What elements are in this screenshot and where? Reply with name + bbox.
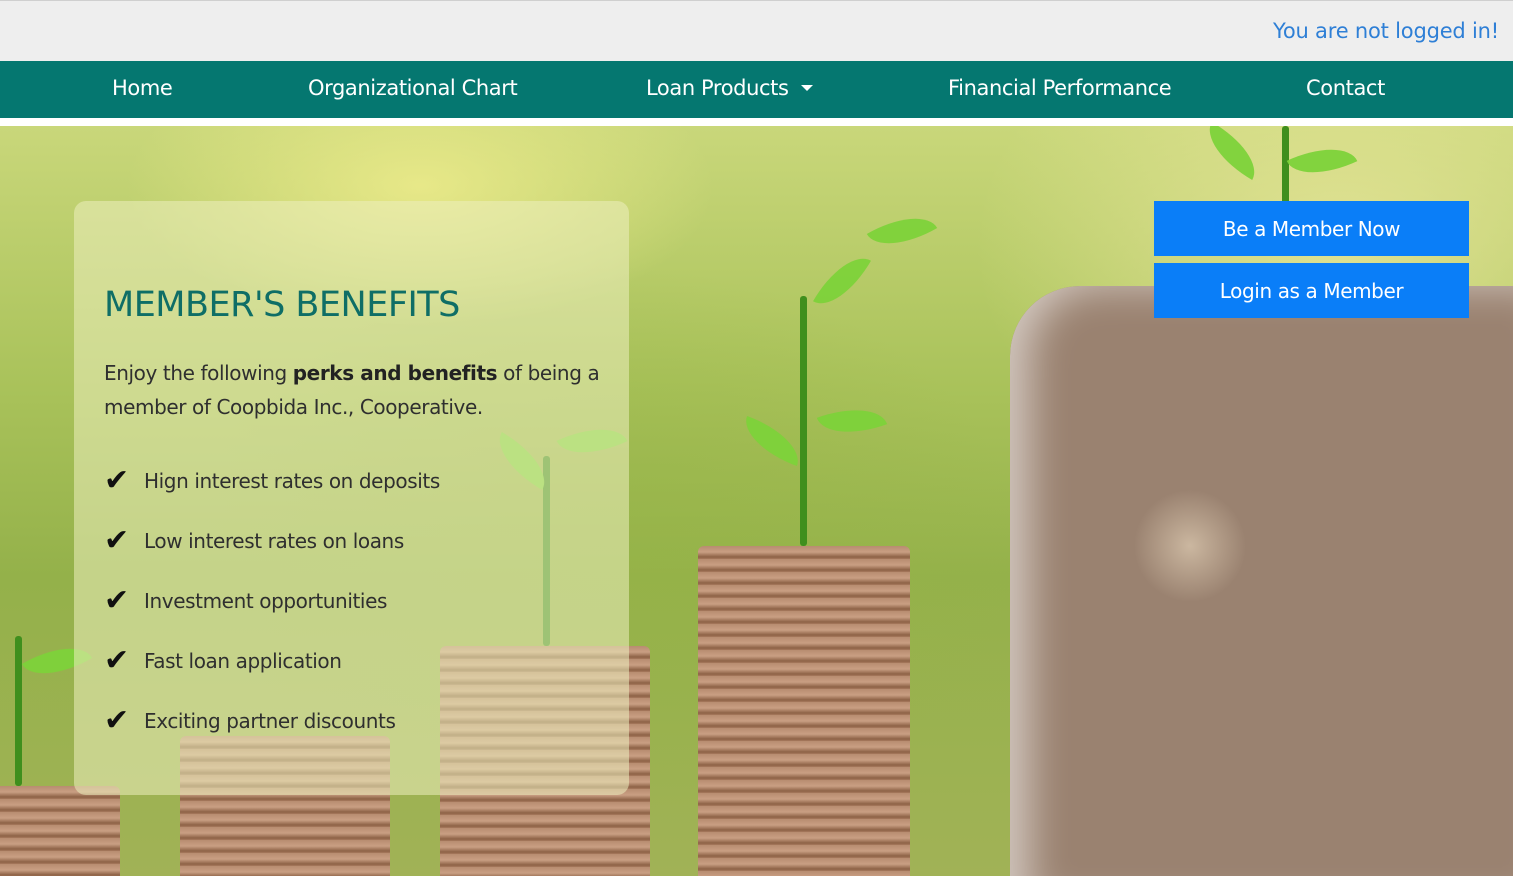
coin-stack [698,546,910,876]
coin-stack [0,786,120,876]
nav-item-loan-products-label: Loan Products [646,76,789,100]
benefits-title: MEMBER'S BENEFITS [104,285,460,325]
nav-item-home[interactable]: Home [112,61,173,118]
plant-stem [15,636,22,786]
benefit-text: Exciting partner discounts [144,709,396,733]
benefit-text: Fast loan application [144,649,342,673]
be-a-member-button[interactable]: Be a Member Now [1154,201,1469,256]
list-item: ✔ Hign interest rates on deposits [104,451,440,511]
list-item: ✔ Fast loan application [104,631,440,691]
checkmark-icon: ✔ [104,703,130,738]
benefits-intro: Enjoy the following perks and benefits o… [104,356,614,424]
chevron-down-icon [800,85,813,91]
plant-leaf [736,415,808,467]
benefits-intro-text: Enjoy the following [104,361,293,385]
hero-banner: MEMBER'S BENEFITS Enjoy the following pe… [0,126,1513,876]
nav-item-loan-products[interactable]: Loan Products [646,61,813,118]
benefits-card: MEMBER'S BENEFITS Enjoy the following pe… [74,201,629,795]
coin-jar [1010,286,1513,876]
plant-leaf [866,202,938,260]
plant-stem [800,296,807,546]
benefit-text: Low interest rates on loans [144,529,404,553]
plant-leaf [813,245,871,317]
list-item: ✔ Investment opportunities [104,571,440,631]
nav-item-organizational-chart[interactable]: Organizational Chart [308,61,518,118]
top-status-bar: You are not logged in! [0,0,1513,61]
benefit-text: Hign interest rates on deposits [144,469,440,493]
plant-leaf [816,395,888,447]
list-item: ✔ Low interest rates on loans [104,511,440,571]
login-status-text[interactable]: You are not logged in! [1273,19,1499,43]
checkmark-icon: ✔ [104,463,130,498]
checkmark-icon: ✔ [104,643,130,678]
nav-item-financial-performance[interactable]: Financial Performance [948,61,1172,118]
plant-leaf [1286,133,1358,189]
plant-leaf [1196,126,1268,180]
list-item: ✔ Exciting partner discounts [104,691,440,751]
benefit-text: Investment opportunities [144,589,387,613]
main-navbar: Home Organizational Chart Loan Products … [0,61,1513,118]
benefit-list: ✔ Hign interest rates on deposits ✔ Low in… [104,451,440,751]
checkmark-icon: ✔ [104,583,130,618]
benefits-intro-emphasis: perks and benefits [292,361,498,385]
login-as-member-button[interactable]: Login as a Member [1154,263,1469,318]
nav-item-contact[interactable]: Contact [1306,61,1385,118]
checkmark-icon: ✔ [104,523,130,558]
